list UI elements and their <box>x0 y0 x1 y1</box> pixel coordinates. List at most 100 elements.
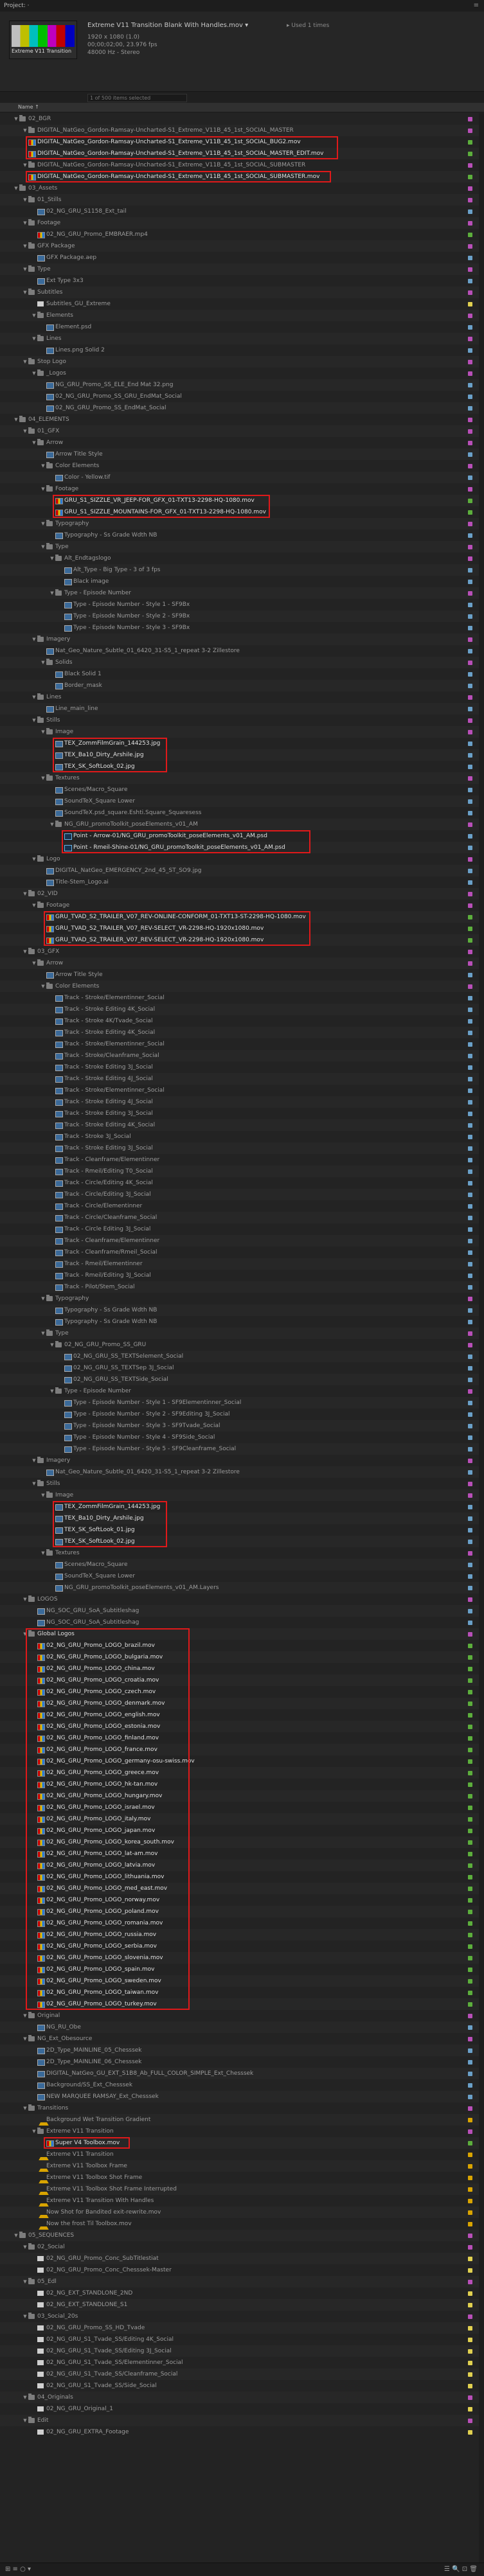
bin-item-row[interactable]: Track - Cleanframe/Rmeil_Social <box>0 1247 484 1258</box>
bin-folder-row[interactable]: ▼ Stills <box>0 1478 484 1489</box>
label-color-swatch[interactable] <box>468 2014 472 2018</box>
label-color-swatch[interactable] <box>468 1216 472 1220</box>
disclosure-triangle-icon[interactable]: ▼ <box>40 1293 46 1304</box>
bin-folder-row[interactable]: ▼ Arrow <box>0 957 484 969</box>
label-color-swatch[interactable] <box>468 2153 472 2157</box>
bin-folder-row[interactable]: ▼ Lines <box>0 691 484 703</box>
label-color-swatch[interactable] <box>468 1088 472 1093</box>
label-color-swatch[interactable] <box>468 1158 472 1162</box>
bin-item-row[interactable]: 02_NG_GRU_Promo_LOGO_romania.mov <box>0 1917 484 1929</box>
bin-item-row[interactable]: Arrow Title Style <box>0 969 484 981</box>
disclosure-triangle-icon[interactable]: ▼ <box>13 414 19 425</box>
bin-item-row[interactable]: 02_NG_GRU_Promo_LOGO_japan.mov <box>0 1825 484 1836</box>
bin-item-row[interactable]: Typography - Ss Grade Wdth NB <box>0 1316 484 1328</box>
label-color-swatch[interactable] <box>468 880 472 885</box>
label-color-swatch[interactable] <box>468 2210 472 2215</box>
disclosure-triangle-icon[interactable]: ▼ <box>49 553 55 564</box>
bin-item-row[interactable]: 02_NG_GRU_Promo_LOGO_russia.mov <box>0 1929 484 1941</box>
label-color-swatch[interactable] <box>468 1574 472 1579</box>
bin-item-row[interactable]: Type - Episode Number - Style 1 - SF9Ele… <box>0 1397 484 1408</box>
bin-item-row[interactable]: 02_NG_GRU_S1_Tvade_SS/Editing 4K_Social <box>0 2334 484 2345</box>
bin-folder-row[interactable]: ▼ 04_ELEMENTS <box>0 414 484 425</box>
label-color-swatch[interactable] <box>468 1933 472 1937</box>
bin-item-row[interactable]: 02_NG_GRU_Promo_LOGO_med_east.mov <box>0 1883 484 1894</box>
label-color-swatch[interactable] <box>468 290 472 295</box>
label-color-swatch[interactable] <box>468 348 472 353</box>
clip-thumbnail[interactable]: Extreme V11 Transition <box>9 21 77 59</box>
disclosure-triangle-icon[interactable]: ▼ <box>31 2126 37 2137</box>
bin-item-row[interactable]: Track - Rmeil/Editing T0_Social <box>0 1166 484 1177</box>
bin-folder-row[interactable]: ▼ 02_BGR <box>0 113 484 125</box>
bin-item-row[interactable]: Background Wet Transition Gradient <box>0 2114 484 2126</box>
bin-folder-row[interactable]: ▼ Transitions <box>0 2102 484 2114</box>
label-color-swatch[interactable] <box>468 1401 472 1405</box>
bin-folder-row[interactable]: ▼ 02_NG_GRU_Promo_SS_GRU <box>0 1339 484 1351</box>
bin-item-row[interactable]: Now Shot for Bandited exit-rewrite.mov <box>0 2207 484 2218</box>
bin-item-row[interactable]: Color - Yellow.tif <box>0 472 484 483</box>
bin-item-row[interactable]: 02_NG_GRU_Promo_LOGO_croatia.mov <box>0 1674 484 1686</box>
label-color-swatch[interactable] <box>468 1586 472 1590</box>
disclosure-triangle-icon[interactable]: ▼ <box>22 263 28 275</box>
bin-folder-row[interactable]: ▼ Edit <box>0 2415 484 2426</box>
label-color-swatch[interactable] <box>468 2141 472 2145</box>
label-color-swatch[interactable] <box>468 938 472 943</box>
label-color-swatch[interactable] <box>468 1840 472 1845</box>
disclosure-triangle-icon[interactable]: ▼ <box>31 310 37 321</box>
bin-item-row[interactable]: Extreme V11 Toolbox Shot Frame Interrupt… <box>0 2183 484 2195</box>
bin-item-row[interactable]: Super V4 Toolbox.mov <box>0 2137 484 2149</box>
bin-folder-row[interactable]: ▼ Color Elements <box>0 981 484 992</box>
label-color-swatch[interactable] <box>468 256 472 260</box>
label-color-swatch[interactable] <box>468 2106 472 2111</box>
bin-folder-row[interactable]: ▼ Type <box>0 541 484 553</box>
bin-folder-row[interactable]: ▼ DIGITAL_NatGeo_Gordon-Ramsay-Uncharted-… <box>0 125 484 136</box>
label-color-swatch[interactable] <box>468 637 472 642</box>
label-color-swatch[interactable] <box>468 614 472 619</box>
label-color-swatch[interactable] <box>468 1540 472 1544</box>
label-color-swatch[interactable] <box>468 1459 472 1463</box>
bin-item-row[interactable]: Track - Stroke/Cleanframe_Social <box>0 1050 484 1061</box>
bin-item-row[interactable]: TEX_ZommFilmGrain_144253.jpg <box>0 1501 484 1513</box>
label-color-swatch[interactable] <box>468 1748 472 1752</box>
bin-folder-row[interactable]: ▼ 02_VID <box>0 888 484 900</box>
label-color-swatch[interactable] <box>468 2314 472 2319</box>
label-color-swatch[interactable] <box>468 233 472 237</box>
label-color-swatch[interactable] <box>468 198 472 202</box>
label-color-swatch[interactable] <box>468 1343 472 1347</box>
label-color-swatch[interactable] <box>468 903 472 908</box>
bin-item-row[interactable]: Now the frost Til Toolbox.mov <box>0 2218 484 2230</box>
bin-item-row[interactable]: Extreme V11 Transition <box>0 2149 484 2160</box>
label-color-swatch[interactable] <box>468 799 472 804</box>
disclosure-triangle-icon[interactable]: ▼ <box>22 356 28 368</box>
label-color-swatch[interactable] <box>468 603 472 607</box>
bin-item-row[interactable]: 02_NG_GRU_SS_TEXTSep 3J_Social <box>0 1362 484 1374</box>
bin-folder-row[interactable]: ▼ LOGOS <box>0 1594 484 1605</box>
label-color-swatch[interactable] <box>468 2349 472 2354</box>
label-color-swatch[interactable] <box>468 2291 472 2296</box>
bin-folder-row[interactable]: ▼ Lines <box>0 333 484 344</box>
bin-folder-row[interactable]: ▼ Logo <box>0 853 484 865</box>
bin-item-row[interactable]: 02_NG_GRU_Promo_LOGO_finland.mov <box>0 1732 484 1744</box>
bin-item-row[interactable]: 2D_Type_MAINLINE_06_Chesssek <box>0 2056 484 2068</box>
label-color-swatch[interactable] <box>468 2395 472 2400</box>
label-color-swatch[interactable] <box>468 452 472 457</box>
label-color-swatch[interactable] <box>468 475 472 480</box>
disclosure-triangle-icon[interactable]: ▼ <box>22 194 28 206</box>
label-color-swatch[interactable] <box>468 267 472 272</box>
label-color-swatch[interactable] <box>468 973 472 977</box>
bin-item-row[interactable]: TEX_SK_SoftLook_02.jpg <box>0 1536 484 1547</box>
bin-item-row[interactable]: Type - Episode Number - Style 2 - SF9Edi… <box>0 1408 484 1420</box>
label-color-swatch[interactable] <box>468 1077 472 1081</box>
disclosure-triangle-icon[interactable]: ▼ <box>22 2033 28 2045</box>
label-color-swatch[interactable] <box>468 788 472 792</box>
bin-item-row[interactable]: GRU_TVAD_S2_TRAILER_V07_REV-SELECT_VR-22… <box>0 934 484 946</box>
label-color-swatch[interactable] <box>468 2268 472 2273</box>
disclosure-triangle-icon[interactable]: ▼ <box>22 287 28 298</box>
bin-action-icons[interactable]: ☰ 🔍 ⊡ 🗑 <box>444 2566 478 2573</box>
label-color-swatch[interactable] <box>468 186 472 191</box>
disclosure-triangle-icon[interactable]: ▼ <box>40 1489 46 1501</box>
bin-item-row[interactable]: Point - Rmeil-Shine-01/NG_GRU_promoToolk… <box>0 842 484 853</box>
label-color-swatch[interactable] <box>468 580 472 584</box>
bin-item-row[interactable]: NG_GRU_Promo_SS_ELE_End Mat 32.png <box>0 379 484 391</box>
bin-folder-row[interactable]: ▼ Footage <box>0 217 484 229</box>
disclosure-triangle-icon[interactable]: ▼ <box>22 1628 28 1640</box>
